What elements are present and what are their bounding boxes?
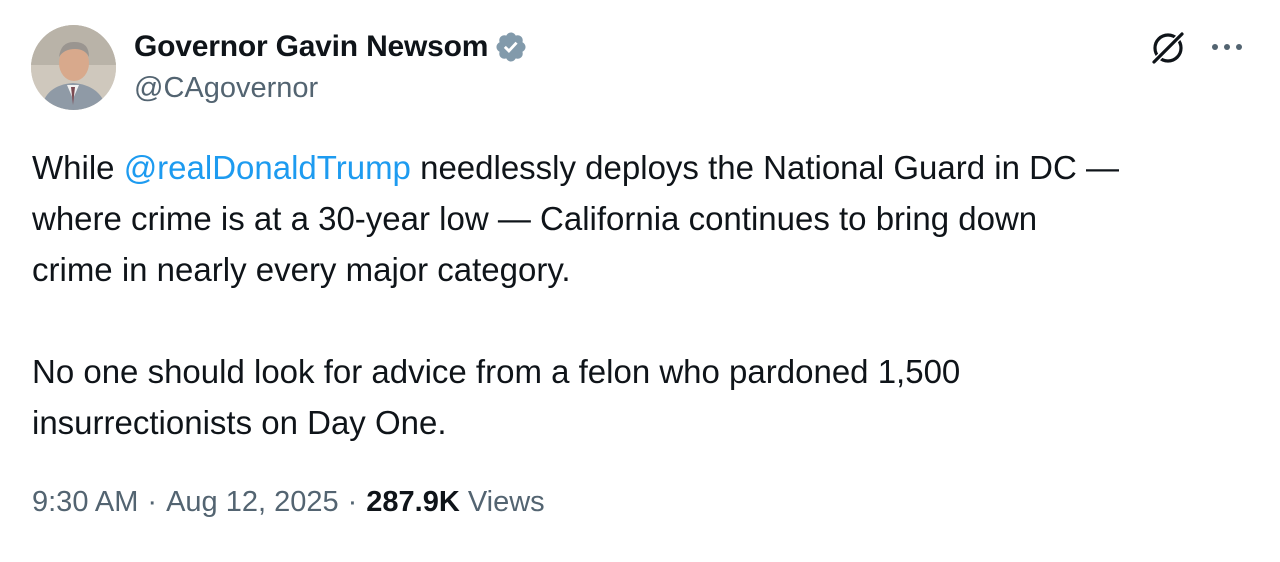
tweet-line-3: crime in nearly every major category. — [32, 251, 571, 288]
author-name-row: Governor Gavin Newsom — [134, 29, 528, 65]
mention-link[interactable]: @realDonaldTrump — [124, 149, 411, 186]
tweet-line-4: No one should look for advice from a fel… — [32, 353, 961, 390]
tweet-card: Governor Gavin Newsom @CAgovernor While … — [0, 0, 1280, 562]
verified-badge-icon — [494, 30, 528, 64]
meta-separator: · — [347, 486, 358, 518]
views-count: 287.9K — [366, 486, 460, 518]
author-display-name[interactable]: Governor Gavin Newsom — [134, 30, 488, 64]
avatar-photo — [31, 25, 116, 110]
tweet-meta: 9:30 AM · Aug 12, 2025 · 287.9K Views — [32, 486, 545, 519]
tweet-line-1: While @realDonaldTrump needlessly deploy… — [32, 142, 1252, 193]
tweet-text-line1-rest: needlessly deploys the National Guard in… — [410, 149, 1119, 186]
tweet-line-2: where crime is at a 30-year low — Califo… — [32, 200, 1038, 237]
tweet-text: While @realDonaldTrump needlessly deploy… — [32, 142, 1252, 448]
more-options-icon[interactable] — [1207, 32, 1247, 62]
tweet-date[interactable]: Aug 12, 2025 — [166, 486, 339, 519]
tweet-time[interactable]: 9:30 AM — [32, 486, 138, 519]
meta-separator: · — [147, 486, 158, 518]
tweet-line-5: insurrectionists on Day One. — [32, 404, 447, 441]
grok-icon[interactable] — [1148, 28, 1188, 68]
author-handle[interactable]: @CAgovernor — [134, 72, 318, 105]
tweet-text-lead: While — [32, 149, 124, 186]
views-label: Views — [467, 486, 545, 518]
avatar[interactable] — [31, 25, 116, 110]
